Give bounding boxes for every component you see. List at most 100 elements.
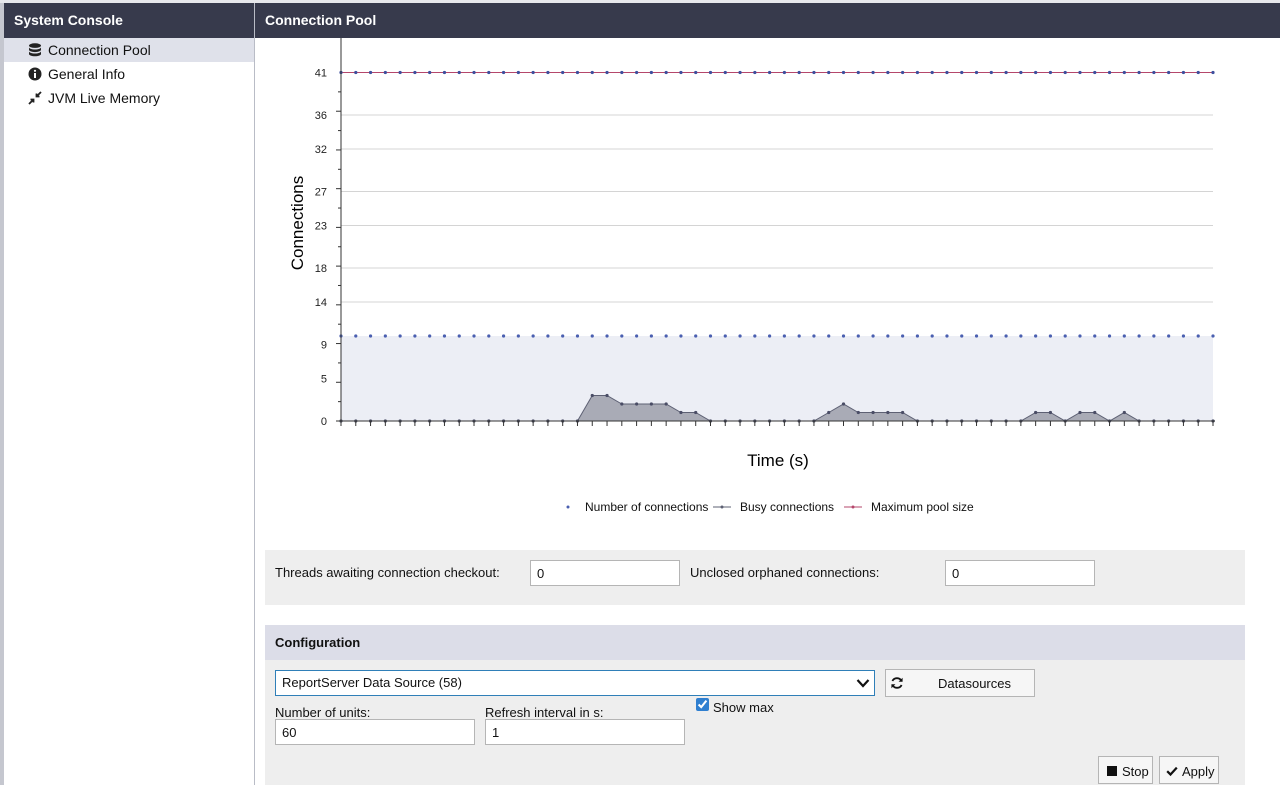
connections-band (341, 336, 1213, 421)
point-maximum-pool-size (1107, 70, 1112, 75)
point-number-of-connections (575, 334, 580, 338)
point-maximum-pool-size (886, 70, 890, 75)
legend-marker-busy-connections (720, 505, 724, 509)
y-tick-label: 23 (315, 221, 327, 233)
number-of-units-input[interactable] (275, 719, 475, 745)
datasource-selected-value: ReportServer Data Source (58) (282, 675, 462, 690)
point-maximum-pool-size (664, 70, 668, 75)
point-number-of-connections (1122, 334, 1126, 338)
point-number-of-connections (901, 334, 905, 338)
point-number-of-connections (1196, 334, 1200, 338)
point-number-of-connections (1019, 334, 1023, 338)
point-maximum-pool-size (945, 70, 949, 75)
show-max-label: Show max (713, 700, 774, 715)
point-number-of-connections (442, 334, 447, 338)
datasources-button[interactable]: Datasources (885, 669, 1035, 697)
point-maximum-pool-size (546, 70, 550, 75)
point-number-of-connections (531, 334, 535, 338)
point-number-of-connections (428, 334, 432, 338)
page-title: Connection Pool (255, 3, 1280, 38)
point-number-of-connections (1167, 334, 1171, 338)
point-maximum-pool-size (1063, 70, 1067, 75)
chart-legend: Number of connections Busy connections M… (559, 500, 974, 514)
apply-button-label: Apply (1182, 764, 1215, 779)
point-number-of-connections (974, 334, 979, 338)
point-maximum-pool-size (398, 70, 402, 75)
point-maximum-pool-size (472, 70, 476, 75)
point-maximum-pool-size (575, 70, 580, 75)
point-number-of-connections (354, 334, 358, 338)
point-maximum-pool-size (841, 70, 846, 75)
point-number-of-connections (398, 334, 402, 338)
point-number-of-connections (782, 334, 786, 338)
point-busy-connections (664, 402, 668, 406)
show-max-checkbox[interactable] (696, 698, 709, 711)
orphaned-connections-input[interactable] (945, 560, 1095, 586)
point-maximum-pool-size (989, 70, 993, 75)
point-number-of-connections (487, 334, 491, 338)
check-icon (1166, 766, 1178, 777)
point-maximum-pool-size (383, 70, 387, 75)
sidebar-item-jvm-live-memory[interactable]: JVM Live Memory (4, 86, 254, 110)
apply-button[interactable]: Apply (1159, 756, 1219, 784)
sidebar-item-connection-pool[interactable]: Connection Pool (4, 38, 254, 62)
point-number-of-connections (1078, 334, 1082, 338)
point-busy-connections (694, 410, 698, 415)
point-maximum-pool-size (1152, 70, 1156, 75)
point-number-of-connections (561, 334, 565, 338)
sidebar-item-label: General Info (48, 66, 126, 82)
point-busy-connections (1034, 410, 1038, 415)
point-maximum-pool-size (487, 70, 491, 75)
point-busy-connections (679, 410, 683, 415)
point-maximum-pool-size (368, 70, 373, 75)
point-number-of-connections (1107, 334, 1112, 338)
point-busy-connections (649, 402, 653, 406)
sidebar-item-label: Connection Pool (48, 42, 151, 58)
point-maximum-pool-size (1181, 70, 1186, 75)
point-number-of-connections (768, 334, 772, 338)
connection-chart: 0 5 9 14 18 23 27 32 36 41 Connections Time (s) N… (288, 38, 1215, 514)
point-number-of-connections (694, 334, 698, 338)
threads-awaiting-input[interactable] (530, 560, 680, 586)
y-tick-label: 18 (315, 263, 327, 275)
point-number-of-connections (723, 334, 727, 338)
refresh-icon (891, 677, 903, 689)
point-maximum-pool-size (1211, 70, 1215, 75)
point-maximum-pool-size (413, 70, 417, 75)
chevron-down-icon (856, 679, 870, 688)
point-maximum-pool-size (634, 70, 639, 75)
point-busy-connections (827, 410, 831, 415)
point-maximum-pool-size (457, 70, 461, 75)
point-maximum-pool-size (768, 70, 772, 75)
point-busy-connections (1078, 410, 1082, 415)
point-busy-connections (590, 393, 594, 398)
point-busy-connections (620, 402, 624, 406)
configuration-title: Configuration (265, 625, 1245, 660)
y-tick-label: 36 (315, 110, 327, 122)
y-tick-label: 14 (315, 297, 327, 309)
refresh-interval-input[interactable] (485, 719, 685, 745)
point-number-of-connections (930, 334, 934, 338)
stop-button-label: Stop (1122, 764, 1149, 779)
point-maximum-pool-size (708, 70, 713, 75)
point-number-of-connections (472, 334, 476, 338)
sidebar-item-general-info[interactable]: General Info (4, 62, 254, 86)
y-axis-label: Connections (288, 176, 307, 271)
point-maximum-pool-size (501, 70, 506, 75)
datasource-select[interactable]: ReportServer Data Source (58) (275, 670, 875, 696)
stats-panel: Threads awaiting connection checkout: Un… (265, 550, 1245, 605)
point-number-of-connections (1181, 334, 1186, 338)
point-number-of-connections (664, 334, 668, 338)
point-maximum-pool-size (442, 70, 447, 75)
point-maximum-pool-size (1034, 70, 1038, 75)
stop-button[interactable]: Stop (1098, 756, 1153, 784)
point-maximum-pool-size (1196, 70, 1200, 75)
point-maximum-pool-size (1167, 70, 1171, 75)
point-maximum-pool-size (1048, 70, 1053, 75)
point-number-of-connections (797, 334, 801, 338)
point-number-of-connections (856, 334, 860, 338)
point-maximum-pool-size (694, 70, 698, 75)
point-busy-connections (1048, 410, 1053, 415)
point-maximum-pool-size (974, 70, 979, 75)
sidebar-title: System Console (4, 3, 254, 38)
